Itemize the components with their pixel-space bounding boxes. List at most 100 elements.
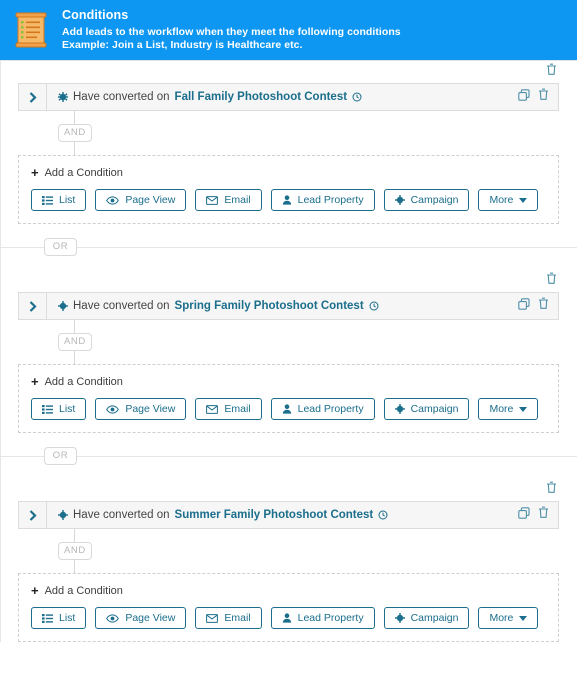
add-lead-property-condition-button[interactable]: Lead Property: [270, 607, 375, 629]
gear-icon: [58, 92, 68, 102]
add-lead-property-condition-button[interactable]: Lead Property: [270, 189, 375, 211]
gear-icon: [58, 510, 68, 520]
scroll-list-icon: [14, 10, 48, 50]
trash-icon[interactable]: [538, 506, 549, 524]
add-email-condition-button[interactable]: Email: [195, 398, 262, 420]
condition-actions: [518, 297, 558, 315]
envelope-icon: [206, 195, 219, 205]
person-icon: [282, 613, 292, 623]
trash-icon[interactable]: [538, 88, 549, 106]
condition-actions: [518, 88, 558, 106]
trash-icon[interactable]: [546, 63, 557, 81]
add-page-view-condition-button[interactable]: Page View: [95, 189, 187, 211]
condition-row[interactable]: Have converted on Summer Family Photosho…: [18, 501, 559, 529]
person-icon: [282, 195, 292, 205]
more-condition-types-button[interactable]: More: [478, 189, 539, 211]
info-clock-icon[interactable]: [378, 510, 388, 520]
add-condition-label[interactable]: + Add a Condition: [31, 375, 546, 388]
add-list-condition-button[interactable]: List: [31, 398, 87, 420]
condition-row[interactable]: Have converted on Fall Family Photoshoot…: [18, 83, 559, 111]
or-badge: OR: [44, 447, 77, 465]
header-subtitle-line2: Example: Join a List, Industry is Health…: [62, 38, 303, 51]
chevron-right-icon[interactable]: [19, 84, 47, 110]
copy-icon[interactable]: [518, 297, 530, 315]
add-condition-text: Add a Condition: [44, 584, 123, 597]
add-page-view-condition-button[interactable]: Page View: [95, 607, 187, 629]
and-badge: AND: [58, 542, 92, 560]
gear-icon: [394, 404, 405, 414]
add-campaign-condition-button[interactable]: Campaign: [383, 398, 470, 420]
add-condition-label[interactable]: + Add a Condition: [31, 584, 546, 597]
info-clock-icon[interactable]: [352, 92, 362, 102]
button-label: More: [489, 194, 514, 206]
condition-name: Spring Family Photoshoot Contest: [174, 300, 364, 312]
trash-icon[interactable]: [546, 272, 557, 290]
trash-icon[interactable]: [538, 297, 549, 315]
add-condition-label[interactable]: + Add a Condition: [31, 166, 546, 179]
condition-row[interactable]: Have converted on Spring Family Photosho…: [18, 292, 559, 320]
condition-actions: [518, 506, 558, 524]
button-label: List: [59, 403, 76, 415]
add-list-condition-button[interactable]: List: [31, 607, 87, 629]
person-icon: [282, 404, 292, 414]
plus-icon: +: [31, 165, 39, 180]
trash-icon[interactable]: [546, 481, 557, 499]
and-connector: AND: [46, 529, 559, 573]
more-condition-types-button[interactable]: More: [478, 398, 539, 420]
or-separator: OR: [0, 433, 577, 479]
conditions-body: Have converted on Fall Family Photoshoot…: [0, 60, 577, 642]
list-icon: [42, 613, 53, 623]
add-condition-text: Add a Condition: [44, 375, 123, 388]
button-label: Page View: [125, 194, 176, 206]
condition-label: Have converted on Fall Family Photoshoot…: [47, 91, 518, 103]
add-list-condition-button[interactable]: List: [31, 189, 87, 211]
group-toolbar: [18, 479, 559, 501]
group-toolbar: [18, 61, 559, 83]
button-label: Page View: [125, 612, 176, 624]
list-icon: [42, 404, 53, 414]
add-page-view-condition-button[interactable]: Page View: [95, 398, 187, 420]
plus-icon: +: [31, 583, 39, 598]
button-label: More: [489, 403, 514, 415]
eye-icon: [106, 195, 120, 205]
copy-icon[interactable]: [518, 506, 530, 524]
chevron-right-icon[interactable]: [19, 502, 47, 528]
button-label: Email: [224, 403, 251, 415]
add-condition-text: Add a Condition: [44, 166, 123, 179]
button-label: List: [59, 194, 76, 206]
button-label: Campaign: [410, 403, 459, 415]
page-title: Conditions: [62, 8, 129, 23]
plus-icon: +: [31, 374, 39, 389]
add-campaign-condition-button[interactable]: Campaign: [383, 189, 470, 211]
chevron-down-icon: [519, 615, 528, 621]
button-label: List: [59, 612, 76, 624]
info-clock-icon[interactable]: [369, 301, 379, 311]
copy-icon[interactable]: [518, 88, 530, 106]
and-badge: AND: [58, 333, 92, 351]
condition-type-buttons: List Page View Email Lead Property Campa…: [31, 398, 546, 420]
button-label: Lead Property: [297, 612, 364, 624]
or-separator: OR: [0, 224, 577, 270]
condition-type-buttons: List Page View Email Lead Property Campa…: [31, 189, 546, 211]
add-email-condition-button[interactable]: Email: [195, 189, 262, 211]
condition-type-buttons: List Page View Email Lead Property Campa…: [31, 607, 546, 629]
button-label: Campaign: [410, 612, 459, 624]
add-email-condition-button[interactable]: Email: [195, 607, 262, 629]
chevron-down-icon: [519, 197, 528, 203]
add-condition-panel: + Add a Condition List Page View Email L…: [18, 155, 559, 224]
group-toolbar: [18, 270, 559, 292]
button-label: Email: [224, 194, 251, 206]
condition-verb: Have converted on: [73, 300, 170, 312]
condition-group: Have converted on Spring Family Photosho…: [0, 270, 577, 433]
header-subtitle-line1: Add leads to the workflow when they meet…: [62, 25, 401, 38]
chevron-down-icon: [519, 406, 528, 412]
conditions-header: Conditions Add leads to the workflow whe…: [0, 0, 577, 60]
more-condition-types-button[interactable]: More: [478, 607, 539, 629]
and-connector: AND: [46, 320, 559, 364]
add-lead-property-condition-button[interactable]: Lead Property: [270, 398, 375, 420]
add-campaign-condition-button[interactable]: Campaign: [383, 607, 470, 629]
chevron-right-icon[interactable]: [19, 293, 47, 319]
button-label: Email: [224, 612, 251, 624]
separator-line: [0, 456, 577, 457]
condition-label: Have converted on Spring Family Photosho…: [47, 300, 518, 312]
